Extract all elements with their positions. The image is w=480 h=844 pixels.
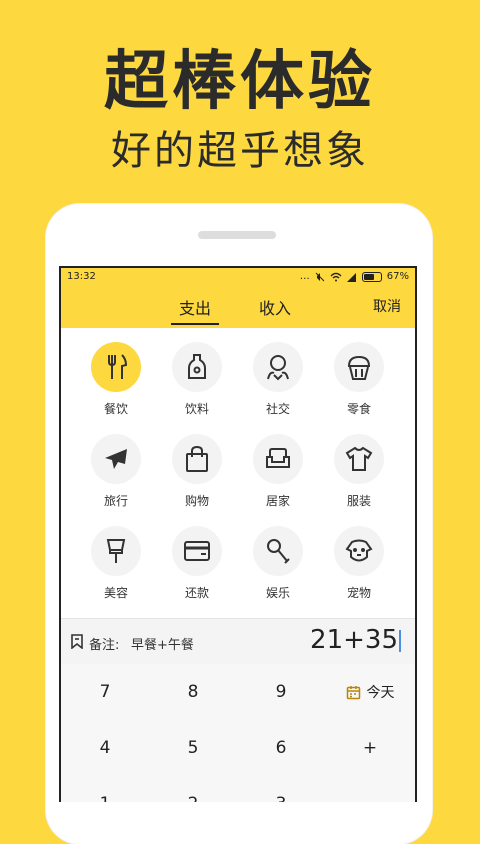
- key-5[interactable]: 5: [149, 720, 238, 777]
- microphone-icon: [267, 539, 290, 564]
- signal-dots-icon: …: [299, 271, 310, 282]
- category-label: 旅行: [103, 494, 128, 508]
- key-4[interactable]: 4: [61, 720, 150, 777]
- status-time: 13:32: [67, 271, 96, 282]
- note-icon: [71, 634, 83, 649]
- battery-icon: [361, 272, 382, 282]
- wifi-icon: [330, 272, 342, 282]
- key-2[interactable]: 2: [149, 776, 238, 802]
- category-dining[interactable]: 餐饮: [81, 342, 151, 417]
- amount-display: 21+35: [310, 625, 401, 655]
- category-icon-bg: [334, 434, 384, 484]
- text-caret: [399, 629, 401, 652]
- note-row[interactable]: 备注: 早餐+午餐 21+35: [61, 618, 415, 665]
- sofa-icon: [266, 448, 290, 468]
- category-label: 还款: [184, 586, 209, 600]
- category-beauty[interactable]: 美容: [81, 526, 151, 601]
- category-label: 零食: [346, 402, 371, 416]
- category-label: 娱乐: [265, 586, 290, 600]
- promo-subline: 好的超乎想象: [111, 128, 369, 174]
- cancel-button[interactable]: 取消: [373, 296, 401, 316]
- tab-income[interactable]: 收入: [259, 295, 291, 319]
- key-6[interactable]: 6: [237, 720, 326, 777]
- category-icon-bg: [91, 434, 141, 484]
- category-icon-bg: [172, 434, 222, 484]
- category-label: 餐饮: [103, 402, 128, 416]
- note-input[interactable]: 早餐+午餐: [131, 634, 194, 653]
- category-grid: 餐饮 饮料 社交 零食 旅行 购物 居家 服装 美容 还款 娱乐 宠物: [61, 328, 415, 618]
- category-pets[interactable]: 宠物: [324, 526, 394, 601]
- category-icon-bg: [334, 526, 384, 576]
- category-social[interactable]: 社交: [243, 342, 313, 417]
- note-label: 备注:: [89, 638, 120, 653]
- category-icon-bg: [172, 342, 222, 392]
- status-icons: … 67%: [300, 268, 409, 286]
- battery-percent: 67%: [386, 271, 409, 282]
- category-icon-bg: [91, 526, 141, 576]
- category-label: 服装: [346, 494, 371, 508]
- category-icon-bg: [253, 526, 303, 576]
- amount-value: 21+35: [310, 625, 398, 655]
- key-blank[interactable]: [325, 776, 415, 802]
- mute-icon: [315, 272, 325, 282]
- brush-icon: [106, 539, 126, 563]
- key-plus[interactable]: +: [325, 720, 415, 777]
- status-bar: 13:32 … 67%: [61, 268, 415, 286]
- category-label: 宠物: [346, 586, 371, 600]
- category-entertainment[interactable]: 娱乐: [243, 526, 313, 601]
- tab-bar: 支出 收入 取消: [61, 286, 415, 328]
- category-drinks[interactable]: 饮料: [162, 342, 232, 417]
- category-label: 购物: [184, 494, 209, 508]
- tshirt-icon: [345, 446, 373, 471]
- category-clothing[interactable]: 服装: [324, 434, 394, 509]
- category-label: 社交: [265, 402, 290, 416]
- date-label: 今天: [366, 685, 395, 701]
- category-label: 美容: [103, 586, 128, 600]
- key-1[interactable]: 1: [61, 776, 150, 802]
- shopping-bag-icon: [186, 445, 208, 472]
- category-icon-bg: [253, 342, 303, 392]
- key-9[interactable]: 9: [237, 664, 326, 721]
- category-travel[interactable]: 旅行: [81, 434, 151, 509]
- key-7[interactable]: 7: [61, 664, 150, 721]
- calendar-icon: [346, 685, 360, 699]
- tab-active-indicator: [171, 323, 219, 325]
- social-icon: [267, 355, 289, 381]
- phone-screen: 13:32 … 67% 支出 收入 取消 餐饮 饮料 社交 零食 旅行 购物 居…: [59, 266, 417, 802]
- category-icon-bg: [334, 342, 384, 392]
- key-3[interactable]: 3: [237, 776, 326, 802]
- cell-signal-icon: [346, 272, 356, 282]
- muffin-icon: [347, 355, 371, 380]
- date-button[interactable]: 今天: [325, 664, 415, 721]
- category-shopping[interactable]: 购物: [162, 434, 232, 509]
- category-icon-bg: [253, 434, 303, 484]
- utensils-icon: [108, 354, 128, 379]
- category-label: 饮料: [184, 402, 209, 416]
- category-repayment[interactable]: 还款: [162, 526, 232, 601]
- category-snacks[interactable]: 零食: [324, 342, 394, 417]
- category-home[interactable]: 居家: [243, 434, 313, 509]
- category-icon-bg: [172, 526, 222, 576]
- dog-icon: [345, 539, 373, 562]
- category-icon-bg: [91, 342, 141, 392]
- category-label: 居家: [265, 494, 290, 508]
- credit-card-icon: [184, 541, 210, 561]
- airplane-icon: [105, 449, 127, 469]
- tab-expense[interactable]: 支出: [179, 295, 211, 319]
- key-8[interactable]: 8: [149, 664, 238, 721]
- promo-headline: 超棒体验: [104, 45, 376, 119]
- bottle-icon: [188, 354, 206, 379]
- phone-speaker: [198, 231, 276, 239]
